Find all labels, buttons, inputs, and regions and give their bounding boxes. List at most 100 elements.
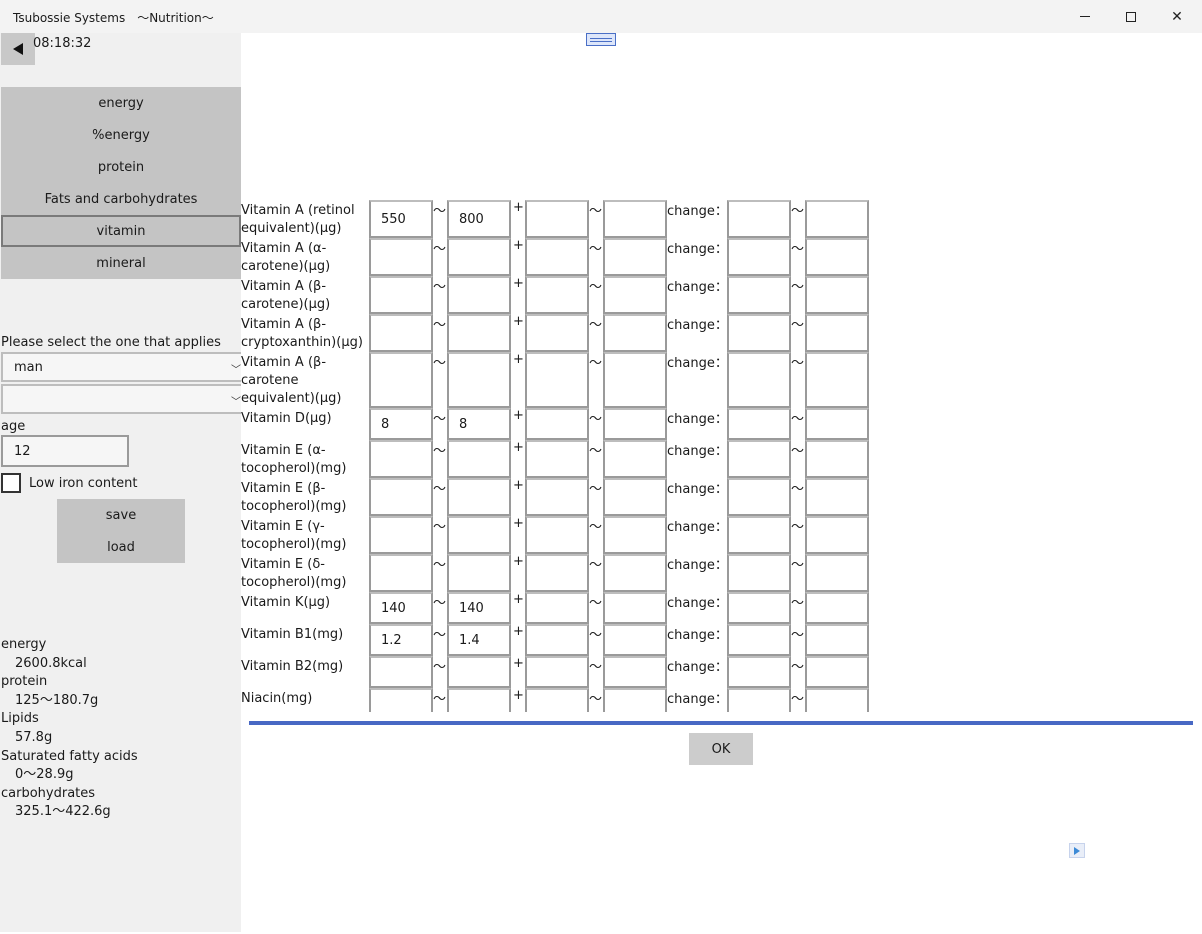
- max-input[interactable]: [447, 516, 511, 554]
- max-input[interactable]: [447, 656, 511, 688]
- change-min-input[interactable]: [727, 554, 791, 592]
- minimize-button[interactable]: [1062, 0, 1108, 33]
- add-max-input[interactable]: [603, 440, 667, 478]
- min-input[interactable]: [369, 478, 433, 516]
- min-input[interactable]: 550: [369, 200, 433, 238]
- change-min-input[interactable]: [727, 656, 791, 688]
- change-max-input[interactable]: [805, 352, 869, 408]
- max-input[interactable]: [447, 276, 511, 314]
- min-input[interactable]: 140: [369, 592, 433, 624]
- min-input[interactable]: 1.2: [369, 624, 433, 656]
- add-max-input[interactable]: [603, 408, 667, 440]
- max-input[interactable]: [447, 554, 511, 592]
- change-min-input[interactable]: [727, 314, 791, 352]
- add-min-input[interactable]: [525, 440, 589, 478]
- change-min-input[interactable]: [727, 478, 791, 516]
- back-button[interactable]: [1, 33, 35, 65]
- splitter-handle[interactable]: [586, 33, 616, 46]
- change-min-input[interactable]: [727, 276, 791, 314]
- change-max-input[interactable]: [805, 440, 869, 478]
- max-input[interactable]: [447, 352, 511, 408]
- add-min-input[interactable]: [525, 408, 589, 440]
- close-button[interactable]: ✕: [1154, 0, 1200, 33]
- min-input[interactable]: [369, 656, 433, 688]
- max-input[interactable]: 8: [447, 408, 511, 440]
- add-min-input[interactable]: [525, 352, 589, 408]
- add-max-input[interactable]: [603, 276, 667, 314]
- change-min-input[interactable]: [727, 688, 791, 712]
- nav-fats-carbohydrates[interactable]: Fats and carbohydrates: [1, 183, 241, 215]
- add-min-input[interactable]: [525, 200, 589, 238]
- add-min-input[interactable]: [525, 656, 589, 688]
- max-input[interactable]: 140: [447, 592, 511, 624]
- low-iron-option[interactable]: Low iron content: [1, 473, 138, 493]
- change-max-input[interactable]: [805, 592, 869, 624]
- max-input[interactable]: [447, 314, 511, 352]
- min-input[interactable]: [369, 440, 433, 478]
- age-input[interactable]: 12: [1, 435, 129, 467]
- change-max-input[interactable]: [805, 276, 869, 314]
- change-max-input[interactable]: [805, 656, 869, 688]
- min-input[interactable]: [369, 352, 433, 408]
- add-min-input[interactable]: [525, 314, 589, 352]
- ok-button[interactable]: OK: [689, 733, 753, 765]
- change-min-input[interactable]: [727, 592, 791, 624]
- max-input[interactable]: [447, 688, 511, 712]
- change-max-input[interactable]: [805, 516, 869, 554]
- add-max-input[interactable]: [603, 478, 667, 516]
- nav-vitamin[interactable]: vitamin: [1, 215, 241, 247]
- add-min-input[interactable]: [525, 516, 589, 554]
- max-input[interactable]: 1.4: [447, 624, 511, 656]
- add-min-input[interactable]: [525, 624, 589, 656]
- add-min-input[interactable]: [525, 554, 589, 592]
- change-min-input[interactable]: [727, 440, 791, 478]
- save-button[interactable]: save: [57, 499, 185, 531]
- min-input[interactable]: [369, 314, 433, 352]
- add-min-input[interactable]: [525, 276, 589, 314]
- add-min-input[interactable]: [525, 688, 589, 712]
- add-min-input[interactable]: [525, 478, 589, 516]
- add-max-input[interactable]: [603, 624, 667, 656]
- min-input[interactable]: 8: [369, 408, 433, 440]
- max-input[interactable]: 800: [447, 200, 511, 238]
- min-input[interactable]: [369, 238, 433, 276]
- add-max-input[interactable]: [603, 592, 667, 624]
- nav-mineral[interactable]: mineral: [1, 247, 241, 279]
- change-min-input[interactable]: [727, 200, 791, 238]
- gender-select[interactable]: man ﹀: [1, 352, 241, 382]
- min-input[interactable]: [369, 516, 433, 554]
- adchoices-icon[interactable]: [1069, 843, 1085, 858]
- max-input[interactable]: [447, 440, 511, 478]
- load-button[interactable]: load: [57, 531, 185, 563]
- change-min-input[interactable]: [727, 516, 791, 554]
- add-max-input[interactable]: [603, 352, 667, 408]
- add-max-input[interactable]: [603, 516, 667, 554]
- condition-select[interactable]: ﹀: [1, 384, 241, 414]
- add-max-input[interactable]: [603, 314, 667, 352]
- change-min-input[interactable]: [727, 238, 791, 276]
- nav-percent-energy[interactable]: %energy: [1, 119, 241, 151]
- change-max-input[interactable]: [805, 478, 869, 516]
- change-min-input[interactable]: [727, 352, 791, 408]
- change-max-input[interactable]: [805, 314, 869, 352]
- add-min-input[interactable]: [525, 238, 589, 276]
- change-max-input[interactable]: [805, 238, 869, 276]
- low-iron-checkbox[interactable]: [1, 473, 21, 493]
- max-input[interactable]: [447, 238, 511, 276]
- add-max-input[interactable]: [603, 200, 667, 238]
- change-max-input[interactable]: [805, 554, 869, 592]
- add-max-input[interactable]: [603, 656, 667, 688]
- add-max-input[interactable]: [603, 554, 667, 592]
- max-input[interactable]: [447, 478, 511, 516]
- change-max-input[interactable]: [805, 688, 869, 712]
- add-max-input[interactable]: [603, 688, 667, 712]
- change-max-input[interactable]: [805, 624, 869, 656]
- change-max-input[interactable]: [805, 408, 869, 440]
- maximize-button[interactable]: [1108, 0, 1154, 33]
- nav-protein[interactable]: protein: [1, 151, 241, 183]
- nav-energy[interactable]: energy: [1, 87, 241, 119]
- min-input[interactable]: [369, 276, 433, 314]
- add-max-input[interactable]: [603, 238, 667, 276]
- change-min-input[interactable]: [727, 408, 791, 440]
- change-max-input[interactable]: [805, 200, 869, 238]
